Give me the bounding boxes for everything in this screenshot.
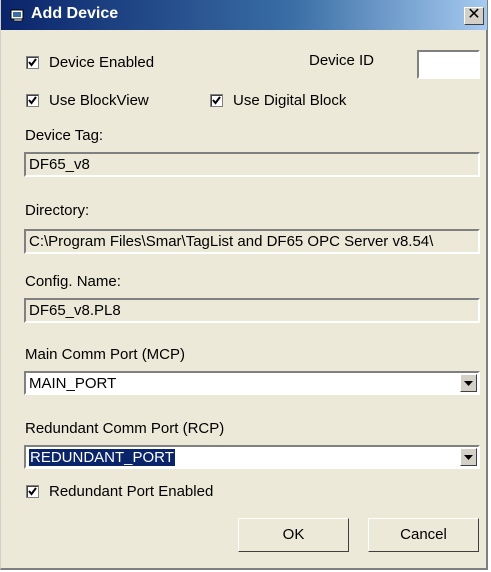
- window-title: Add Device: [31, 5, 119, 22]
- checkmark-icon: [212, 96, 221, 105]
- redundant-comm-port-select[interactable]: REDUNDANT_PORT: [24, 445, 480, 469]
- config-name-label: Config. Name:: [25, 273, 121, 290]
- close-button[interactable]: ✕: [464, 7, 484, 25]
- checkmark-icon: [28, 487, 37, 496]
- device-enabled-label: Device Enabled: [49, 54, 155, 71]
- device-id-label: Device ID: [309, 52, 375, 69]
- redundant-comm-port-value: REDUNDANT_PORT: [29, 449, 175, 466]
- checkbox-box[interactable]: [26, 56, 39, 69]
- title-bar[interactable]: Add Device ✕: [1, 0, 487, 30]
- chevron-down-icon: [464, 381, 473, 386]
- checkbox-box[interactable]: [210, 94, 223, 107]
- redundant-comm-port-dropdown-button[interactable]: [460, 448, 477, 466]
- ok-button[interactable]: OK: [238, 518, 349, 552]
- device-icon: [10, 9, 24, 22]
- device-enabled-checkbox[interactable]: Device Enabled: [26, 54, 154, 71]
- directory-field: C:\Program Files\Smar\TagList and DF65 O…: [24, 229, 480, 254]
- device-id-input[interactable]: [417, 50, 480, 79]
- main-comm-port-value: MAIN_PORT: [29, 375, 117, 392]
- config-name-field: DF65_v8.PL8: [24, 298, 480, 323]
- use-blockview-checkbox[interactable]: Use BlockView: [26, 92, 149, 109]
- add-device-dialog: Add Device ✕ Device Enabled Device ID Us…: [0, 0, 488, 570]
- main-comm-port-dropdown-button[interactable]: [460, 374, 477, 392]
- use-blockview-label: Use BlockView: [49, 92, 149, 109]
- redundant-port-enabled-label: Redundant Port Enabled: [49, 483, 214, 500]
- device-tag-label: Device Tag:: [25, 127, 104, 144]
- checkbox-box[interactable]: [26, 485, 39, 498]
- main-comm-port-label: Main Comm Port (MCP): [25, 346, 186, 363]
- redundant-port-enabled-checkbox[interactable]: Redundant Port Enabled: [26, 483, 213, 500]
- checkmark-icon: [28, 96, 37, 105]
- redundant-comm-port-label: Redundant Comm Port (RCP): [25, 420, 225, 437]
- checkmark-icon: [28, 58, 37, 67]
- use-digital-block-checkbox[interactable]: Use Digital Block: [210, 92, 346, 109]
- main-comm-port-select[interactable]: MAIN_PORT: [24, 371, 480, 395]
- directory-label: Directory:: [25, 202, 90, 219]
- checkbox-box[interactable]: [26, 94, 39, 107]
- device-tag-field: DF65_v8: [24, 152, 480, 177]
- use-digital-block-label: Use Digital Block: [233, 92, 347, 109]
- close-icon: ✕: [467, 6, 481, 23]
- chevron-down-icon: [464, 455, 473, 460]
- cancel-button[interactable]: Cancel: [368, 518, 479, 552]
